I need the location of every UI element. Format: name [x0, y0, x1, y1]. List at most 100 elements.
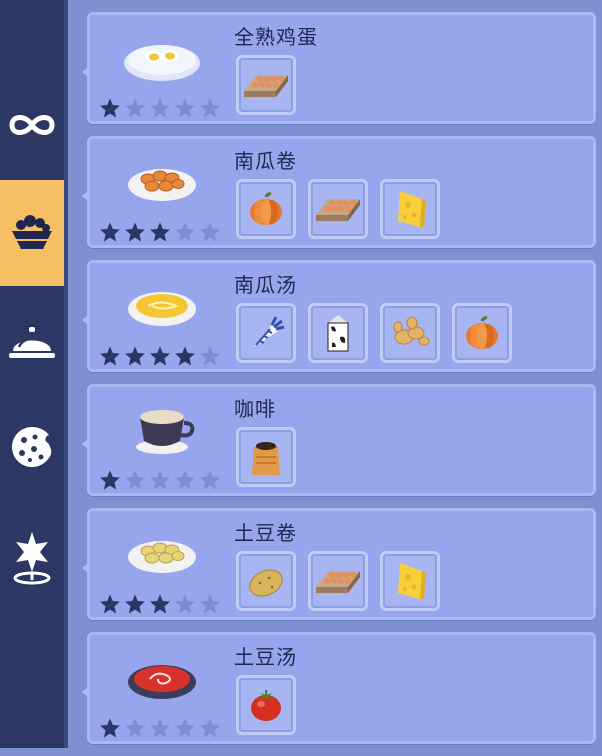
star-empty-icon: [149, 717, 171, 739]
star-empty-icon: [174, 221, 196, 243]
ingredient-list: [236, 179, 440, 239]
pumpkin-icon: [462, 313, 502, 353]
star-filled-icon: [124, 345, 146, 367]
star-filled-icon: [99, 345, 121, 367]
card-notch: [82, 315, 88, 325]
ingredient-slot[interactable]: [380, 303, 440, 363]
star-filled-icon: [99, 469, 121, 491]
star-empty-icon: [124, 469, 146, 491]
star-filled-icon: [99, 717, 121, 739]
ingredient-slot[interactable]: [236, 427, 296, 487]
ingredient-slot[interactable]: [236, 303, 296, 363]
ingredient-slot[interactable]: [236, 179, 296, 239]
star-rating: [99, 593, 221, 615]
pumpkin-soup-dish: [120, 277, 204, 333]
recipe-card[interactable]: 全熟鸡蛋: [82, 12, 596, 124]
tab-star-location[interactable]: [0, 504, 64, 610]
star-rating: [99, 345, 221, 367]
ingredient-list: [236, 551, 440, 611]
cheese-icon: [390, 187, 430, 231]
tab-cloche[interactable]: [0, 290, 64, 396]
cloche-icon: [9, 327, 55, 358]
star-filled-icon: [174, 345, 196, 367]
milk-carton-icon: [320, 311, 356, 355]
ingredient-slot[interactable]: [236, 55, 296, 115]
pumpkin-rolls-dish: [120, 153, 204, 209]
star-filled-icon: [149, 593, 171, 615]
star-empty-icon: [199, 345, 221, 367]
egg-tray-icon: [314, 561, 362, 601]
tomato-soup-dish: [120, 649, 204, 705]
recipe-card[interactable]: 咖啡: [82, 384, 596, 496]
potato-rolls-dish: [120, 525, 204, 581]
ingredient-slot[interactable]: [236, 551, 296, 611]
star-empty-icon: [149, 469, 171, 491]
recipe-name: 南瓜汤: [234, 273, 297, 297]
card-notch: [82, 439, 88, 449]
tab-salad[interactable]: [0, 180, 64, 286]
carrot-icon: [246, 313, 286, 353]
ingredient-slot[interactable]: [452, 303, 512, 363]
ingredient-list: [236, 303, 512, 363]
ingredient-slot[interactable]: [380, 179, 440, 239]
star-empty-icon: [199, 593, 221, 615]
star-empty-icon: [174, 469, 196, 491]
tab-infinity[interactable]: [0, 72, 64, 178]
star-filled-icon: [124, 593, 146, 615]
star-rating: [99, 717, 221, 739]
tomato-icon: [246, 685, 286, 725]
recipe-card[interactable]: 南瓜汤: [82, 260, 596, 372]
star-empty-icon: [199, 97, 221, 119]
star-rating: [99, 97, 221, 119]
recipe-name: 咖啡: [234, 397, 276, 421]
star-empty-icon: [199, 469, 221, 491]
recipe-card[interactable]: 南瓜卷: [82, 136, 596, 248]
recipe-list: 全熟鸡蛋南瓜卷南瓜汤咖啡土豆卷土豆汤: [82, 12, 596, 756]
star-empty-icon: [149, 97, 171, 119]
star-filled-icon: [149, 345, 171, 367]
coffee-bean-bag-icon: [246, 435, 286, 479]
recipe-name: 土豆卷: [234, 521, 297, 545]
ingredient-slot[interactable]: [308, 551, 368, 611]
ingredient-list: [236, 55, 296, 115]
recipe-name: 土豆汤: [234, 645, 297, 669]
recipe-card[interactable]: 土豆卷: [82, 508, 596, 620]
ingredient-list: [236, 675, 296, 735]
star-empty-icon: [174, 593, 196, 615]
pumpkin-icon: [246, 189, 286, 229]
star-filled-icon: [99, 593, 121, 615]
star-empty-icon: [124, 97, 146, 119]
recipe-name: 南瓜卷: [234, 149, 297, 173]
card-notch: [82, 687, 88, 697]
star-filled-icon: [99, 97, 121, 119]
ginger-icon: [388, 313, 432, 353]
ingredient-slot[interactable]: [380, 551, 440, 611]
egg-tray-icon: [242, 65, 290, 105]
cookie-icon: [12, 427, 52, 467]
recipe-card[interactable]: 土豆汤: [82, 632, 596, 744]
cheese-icon: [390, 559, 430, 603]
ingredient-slot[interactable]: [308, 179, 368, 239]
ingredient-slot[interactable]: [236, 675, 296, 735]
recipe-name: 全熟鸡蛋: [234, 25, 318, 49]
star-filled-icon: [149, 221, 171, 243]
tab-cookie[interactable]: [0, 394, 64, 500]
star-rating: [99, 221, 221, 243]
ingredient-list: [236, 427, 296, 487]
category-sidebar: [0, 0, 64, 748]
star-location-icon: [13, 532, 51, 585]
star-empty-icon: [174, 717, 196, 739]
salad-bowl-icon: [12, 215, 52, 249]
sidebar-divider: [64, 0, 68, 748]
card-notch: [82, 563, 88, 573]
star-empty-icon: [174, 97, 196, 119]
card-notch: [82, 67, 88, 77]
potato-icon: [244, 561, 288, 601]
fried-egg-dish: [120, 29, 204, 85]
infinity-icon: [9, 115, 55, 135]
star-empty-icon: [199, 221, 221, 243]
star-filled-icon: [124, 221, 146, 243]
star-empty-icon: [124, 717, 146, 739]
egg-tray-icon: [314, 189, 362, 229]
ingredient-slot[interactable]: [308, 303, 368, 363]
